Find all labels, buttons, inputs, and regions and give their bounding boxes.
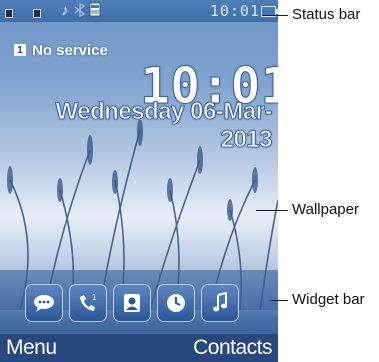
wallpaper-grass bbox=[0, 120, 278, 310]
status-bar-callout: Status bar bbox=[292, 6, 361, 23]
call-log-icon: 1 bbox=[80, 293, 97, 311]
clock-icon bbox=[167, 294, 185, 312]
speech-bubble-icon bbox=[34, 295, 54, 312]
contacts-softkey[interactable]: Contacts bbox=[193, 336, 272, 360]
messages-widget[interactable] bbox=[25, 284, 63, 322]
music-note-icon: ♪ bbox=[61, 1, 69, 19]
music-widget[interactable] bbox=[201, 284, 239, 322]
phone-screen: ♪ 10:01 1 No service 10 : 01 Wednesday 0… bbox=[0, 0, 278, 362]
sim2-signal-icon bbox=[33, 2, 41, 18]
menu-softkey[interactable]: Menu bbox=[6, 336, 57, 360]
status-bar: ♪ 10:01 bbox=[0, 0, 278, 22]
alarm-icon bbox=[88, 2, 102, 18]
bluetooth-icon bbox=[73, 2, 87, 18]
sim1-signal-icon bbox=[5, 2, 13, 18]
music-icon bbox=[213, 291, 227, 312]
alarm-widget[interactable] bbox=[157, 284, 195, 322]
service-text: No service bbox=[32, 41, 108, 59]
status-time: 10:01 bbox=[209, 2, 260, 20]
softkey-bar: Menu Contacts bbox=[0, 334, 278, 362]
status-bar-callout-line bbox=[262, 15, 288, 16]
contact-card-icon bbox=[124, 294, 140, 312]
widget-bar: 1 bbox=[25, 284, 273, 322]
wallpaper-callout: Wallpaper bbox=[292, 201, 359, 218]
call-log-badge: 1 bbox=[92, 293, 97, 302]
contacts-widget[interactable] bbox=[113, 284, 151, 322]
network-status: 1 No service bbox=[14, 41, 108, 59]
call-log-widget[interactable]: 1 bbox=[69, 284, 107, 322]
sim-badge: 1 bbox=[14, 44, 26, 56]
widget-bar-callout: Widget bar bbox=[292, 291, 365, 308]
wallpaper-callout-line bbox=[256, 210, 288, 211]
widget-bar-callout-line bbox=[270, 300, 288, 301]
